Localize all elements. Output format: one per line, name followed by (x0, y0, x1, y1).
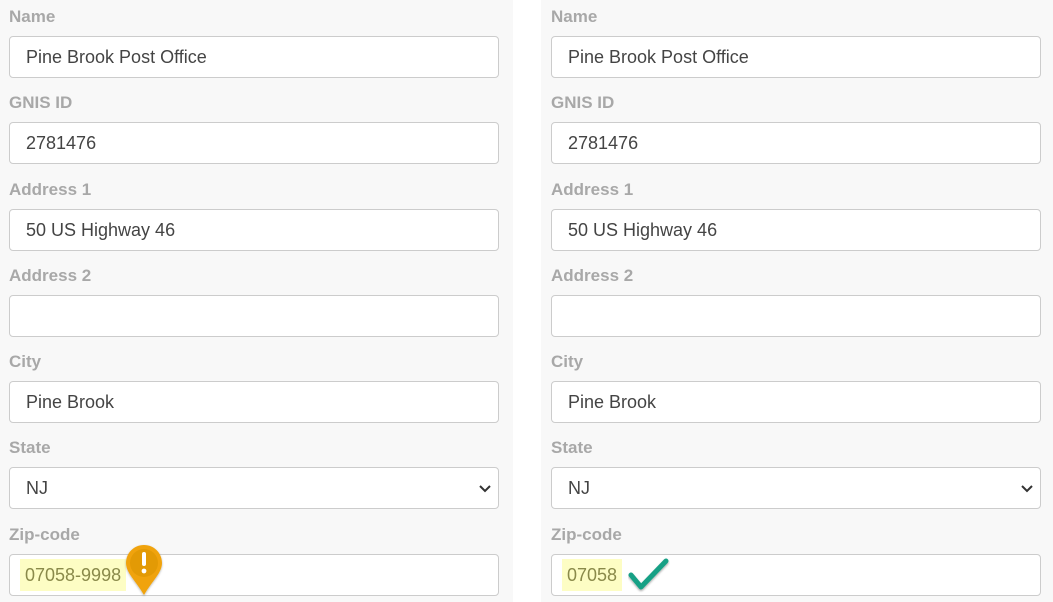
name-label: Name (9, 7, 56, 26)
state-select[interactable]: NJ (551, 467, 1041, 509)
address1-input-value: 50 US Highway 46 (26, 220, 176, 240)
address2-label: Address 2 (551, 266, 634, 285)
address1-input[interactable]: 50 US Highway 46 (9, 209, 499, 251)
right-form-panel: Name Pine Brook Post Office GNIS ID 2781… (541, 0, 1053, 602)
chevron-down-icon (1021, 485, 1033, 493)
gnis-id-input-value: 2781476 (26, 133, 97, 153)
address1-input-value: 50 US Highway 46 (568, 220, 718, 240)
gnis-id-input[interactable]: 2781476 (9, 122, 499, 164)
name-input-value: Pine Brook Post Office (568, 47, 749, 67)
state-select-value: NJ (26, 478, 48, 498)
city-input[interactable]: Pine Brook (551, 381, 1041, 423)
chevron-down-icon (479, 485, 491, 493)
gnis-id-input[interactable]: 2781476 (551, 122, 1041, 164)
state-select[interactable]: NJ (9, 467, 499, 509)
name-input[interactable]: Pine Brook Post Office (551, 36, 1041, 78)
zip-code-input[interactable]: 07058 (551, 554, 1041, 596)
state-label: State (551, 438, 593, 457)
zip-code-label: Zip-code (551, 525, 622, 544)
state-select-value: NJ (568, 478, 590, 498)
address1-label: Address 1 (551, 180, 634, 199)
state-label: State (9, 438, 51, 457)
city-label: City (551, 352, 584, 371)
address2-label: Address 2 (9, 266, 92, 285)
address1-input[interactable]: 50 US Highway 46 (551, 209, 1041, 251)
zip-code-input-value: 07058 (562, 559, 623, 591)
warning-pin-icon (126, 545, 162, 595)
gnis-id-label: GNIS ID (551, 93, 615, 112)
city-label: City (9, 352, 42, 371)
name-input[interactable]: Pine Brook Post Office (9, 36, 499, 78)
name-label: Name (551, 7, 598, 26)
gnis-id-label: GNIS ID (9, 93, 73, 112)
zip-code-input[interactable]: 07058-9998 (9, 545, 499, 596)
city-input[interactable]: Pine Brook (9, 381, 499, 423)
city-input-value: Pine Brook (568, 392, 657, 412)
checkmark-icon (628, 558, 669, 590)
zip-code-label: Zip-code (9, 525, 80, 544)
name-input-value: Pine Brook Post Office (26, 47, 207, 67)
zip-code-input-value: 07058-9998 (20, 559, 127, 591)
left-form-panel: Name Pine Brook Post Office GNIS ID 2781… (0, 0, 513, 602)
gnis-id-input-value: 2781476 (568, 133, 639, 153)
city-input-value: Pine Brook (26, 392, 115, 412)
address1-label: Address 1 (9, 180, 92, 199)
address2-input[interactable] (9, 295, 499, 337)
address2-input[interactable] (551, 295, 1041, 337)
